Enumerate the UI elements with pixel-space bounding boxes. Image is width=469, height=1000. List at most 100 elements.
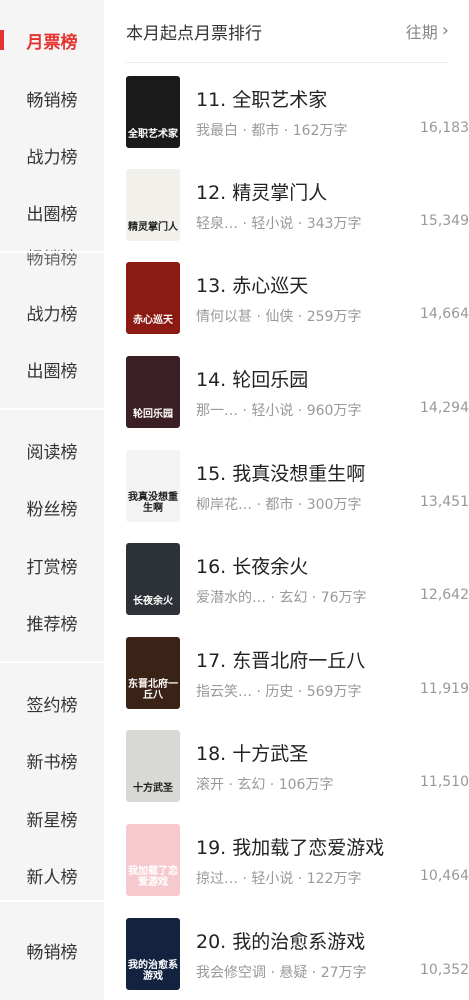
book-author[interactable]: 指云笑… xyxy=(196,684,252,700)
book-author[interactable]: 那一… xyxy=(196,403,238,419)
sidebar-item-fans[interactable]: 粉丝榜 xyxy=(0,479,104,535)
sidebar-item-reading[interactable]: 阅读榜 xyxy=(0,422,104,478)
sidebar-item-power-dup[interactable]: 战力榜 xyxy=(0,284,104,340)
book-title[interactable]: 18. 十方武圣 xyxy=(196,739,469,766)
past-periods-link[interactable]: 往期 › xyxy=(406,19,449,43)
sidebar-item-bestseller[interactable]: 畅销榜 xyxy=(0,70,104,126)
book-word-count: 569万字 xyxy=(306,683,362,700)
sidebar-item-new-book[interactable]: 新书榜 xyxy=(0,732,104,788)
book-title[interactable]: 12. 精灵掌门人 xyxy=(196,178,469,205)
book-cover-text: 赤心巡天 xyxy=(133,315,173,326)
book-author[interactable]: 滚开 xyxy=(196,777,224,793)
book-cover[interactable]: 长夜余火 xyxy=(126,543,180,615)
separator-dot: · xyxy=(238,122,252,139)
book-author[interactable]: 柳岸花… xyxy=(196,497,252,513)
book-cover-text: 全职艺术家 xyxy=(128,129,178,140)
book-word-count: 300万字 xyxy=(306,496,362,513)
sidebar-item-new-author[interactable]: 新人榜 xyxy=(0,847,104,903)
ranking-header: 本月起点月票排行 往期 › xyxy=(126,0,449,63)
book-author[interactable]: 掠过… xyxy=(196,871,238,887)
book-author[interactable]: 爱潜水的… xyxy=(196,590,266,606)
book-title[interactable]: 17. 东晋北府一丘八 xyxy=(196,646,469,673)
chevron-right-icon: › xyxy=(441,20,449,41)
book-meta: 我会修空调 · 悬疑 · 27万字 10,352 xyxy=(196,962,469,982)
book-cover-text: 东晋北府一丘八 xyxy=(128,679,178,701)
book-author[interactable]: 情何以甚 xyxy=(196,309,252,325)
monthly-ticket-count: 10,352 xyxy=(420,961,469,978)
book-cover[interactable]: 我的治愈系游戏 xyxy=(126,918,180,990)
monthly-ticket-count: 16,183 xyxy=(420,119,469,136)
book-meta-left: 我会修空调 · 悬疑 · 27万字 xyxy=(196,962,367,982)
book-word-count: 106万字 xyxy=(278,776,334,793)
book-cover[interactable]: 精灵掌门人 xyxy=(126,169,180,241)
book-title[interactable]: 16. 长夜余火 xyxy=(196,552,469,579)
separator-dot: · xyxy=(279,122,293,139)
book-title[interactable]: 20. 我的治愈系游戏 xyxy=(196,927,469,954)
book-list-item[interactable]: 轮回乐园 14. 轮回乐园 那一… · 轻小说 · 960万字 14,294 xyxy=(126,346,469,438)
sidebar-item-monthly-ticket[interactable]: 月票榜 xyxy=(0,12,104,68)
separator-dot: · xyxy=(265,776,279,793)
sidebar-item-breakout-dup[interactable]: 出圈榜 xyxy=(0,341,104,397)
sidebar-item-new-star[interactable]: 新星榜 xyxy=(0,790,104,846)
separator-dot: · xyxy=(238,870,252,887)
book-meta-left: 情何以甚 · 仙侠 · 259万字 xyxy=(196,306,361,326)
book-info: 13. 赤心巡天 情何以甚 · 仙侠 · 259万字 14,664 xyxy=(196,271,469,326)
sidebar-item-bestseller-bottom[interactable]: 畅销榜 xyxy=(0,922,104,978)
book-title[interactable]: 13. 赤心巡天 xyxy=(196,271,469,298)
book-meta: 爱潜水的… · 玄幻 · 76万字 12,642 xyxy=(196,587,469,607)
book-meta: 指云笑… · 历史 · 569万字 11,919 xyxy=(196,681,469,701)
monthly-ticket-count: 14,294 xyxy=(420,399,469,416)
book-cover[interactable]: 赤心巡天 xyxy=(126,262,180,334)
book-meta-left: 轻泉… · 轻小说 · 343万字 xyxy=(196,213,361,233)
sidebar-item-power[interactable]: 战力榜 xyxy=(0,127,104,183)
book-list-item[interactable]: 东晋北府一丘八 17. 东晋北府一丘八 指云笑… · 历史 · 569万字 11,91… xyxy=(126,627,469,719)
book-cover-text: 我加载了恋爱游戏 xyxy=(128,866,178,888)
book-info: 17. 东晋北府一丘八 指云笑… · 历史 · 569万字 11,919 xyxy=(196,646,469,701)
book-cover-text: 我的治愈系游戏 xyxy=(128,960,178,982)
book-cover[interactable]: 十方武圣 xyxy=(126,730,180,802)
book-cover[interactable]: 东晋北府一丘八 xyxy=(126,637,180,709)
sidebar-item-recommend[interactable]: 推荐榜 xyxy=(0,594,104,650)
separator-dot: · xyxy=(293,402,307,419)
separator-dot: · xyxy=(293,683,307,700)
monthly-ticket-count: 12,642 xyxy=(420,586,469,603)
book-title[interactable]: 15. 我真没想重生啊 xyxy=(196,459,469,486)
book-list-item[interactable]: 赤心巡天 13. 赤心巡天 情何以甚 · 仙侠 · 259万字 14,664 xyxy=(126,252,469,344)
sidebar-item-signed[interactable]: 签约榜 xyxy=(0,675,104,731)
book-author[interactable]: 我最白 xyxy=(196,123,238,139)
book-info: 20. 我的治愈系游戏我会修空调 · 悬疑 · 27万字 10,352 xyxy=(196,927,469,982)
book-list-item[interactable]: 精灵掌门人 12. 精灵掌门人 轻泉… · 轻小说 · 343万字 15,349 xyxy=(126,159,469,251)
book-genre: 悬疑 xyxy=(279,964,308,981)
book-cover-text: 长夜余火 xyxy=(133,596,173,607)
book-author[interactable]: 我会修空调 xyxy=(196,965,266,981)
book-info: 15. 我真没想重生啊 柳岸花… · 都市 · 300万字 13,451 xyxy=(196,459,469,514)
book-title[interactable]: 11. 全职艺术家 xyxy=(196,85,469,112)
book-info: 11. 全职艺术家我最白 · 都市 · 162万字 16,183 xyxy=(196,85,469,140)
sidebar-item-bestseller-dup[interactable]: 畅销榜 xyxy=(0,229,104,269)
book-list-item[interactable]: 我真没想重生啊 15. 我真没想重生啊 柳岸花… · 都市 · 300万字 13,45… xyxy=(126,440,469,532)
sidebar-item-tips[interactable]: 打赏榜 xyxy=(0,537,104,593)
separator-dot: · xyxy=(293,215,307,232)
book-list-item[interactable]: 全职艺术家 11. 全职艺术家我最白 · 都市 · 162万字 16,183 xyxy=(126,66,469,158)
ranking-panel: 本月起点月票排行 往期 › 全职艺术家 11. 全职艺术家我最白 · 都市 · 1… xyxy=(104,0,469,1000)
book-cover[interactable]: 我真没想重生啊 xyxy=(126,450,180,522)
separator-dot: · xyxy=(224,776,238,793)
separator-dot: · xyxy=(293,308,307,325)
book-title[interactable]: 19. 我加载了恋爱游戏 xyxy=(196,833,469,860)
book-author[interactable]: 轻泉… xyxy=(196,216,238,232)
book-genre: 轻小说 xyxy=(251,215,294,232)
separator-dot: · xyxy=(307,964,321,981)
book-list-item[interactable]: 长夜余火 16. 长夜余火爱潜水的… · 玄幻 · 76万字 12,642 xyxy=(126,533,469,625)
book-list-item[interactable]: 我的治愈系游戏 20. 我的治愈系游戏我会修空调 · 悬疑 · 27万字 10,35… xyxy=(126,908,469,1000)
book-cover[interactable]: 我加载了恋爱游戏 xyxy=(126,824,180,896)
sidebar: 月票榜 畅销榜 战力榜 出圈榜 畅销榜 战力榜 出圈榜 阅读榜 粉丝榜 打赏榜 … xyxy=(0,0,104,1000)
past-periods-label: 往期 xyxy=(405,23,438,42)
book-list-item[interactable]: 我加载了恋爱游戏 19. 我加载了恋爱游戏 掠过… · 轻小说 · 122万字 10,… xyxy=(126,814,469,906)
book-title[interactable]: 14. 轮回乐园 xyxy=(196,365,469,392)
book-cover[interactable]: 全职艺术家 xyxy=(126,76,180,148)
book-cover[interactable]: 轮回乐园 xyxy=(126,356,180,428)
monthly-ticket-count: 11,919 xyxy=(420,680,469,697)
page-title: 本月起点月票排行 xyxy=(126,23,262,44)
book-meta-left: 我最白 · 都市 · 162万字 xyxy=(196,120,347,140)
book-list-item[interactable]: 十方武圣 18. 十方武圣 滚开 · 玄幻 · 106万字 11,510 xyxy=(126,720,469,812)
